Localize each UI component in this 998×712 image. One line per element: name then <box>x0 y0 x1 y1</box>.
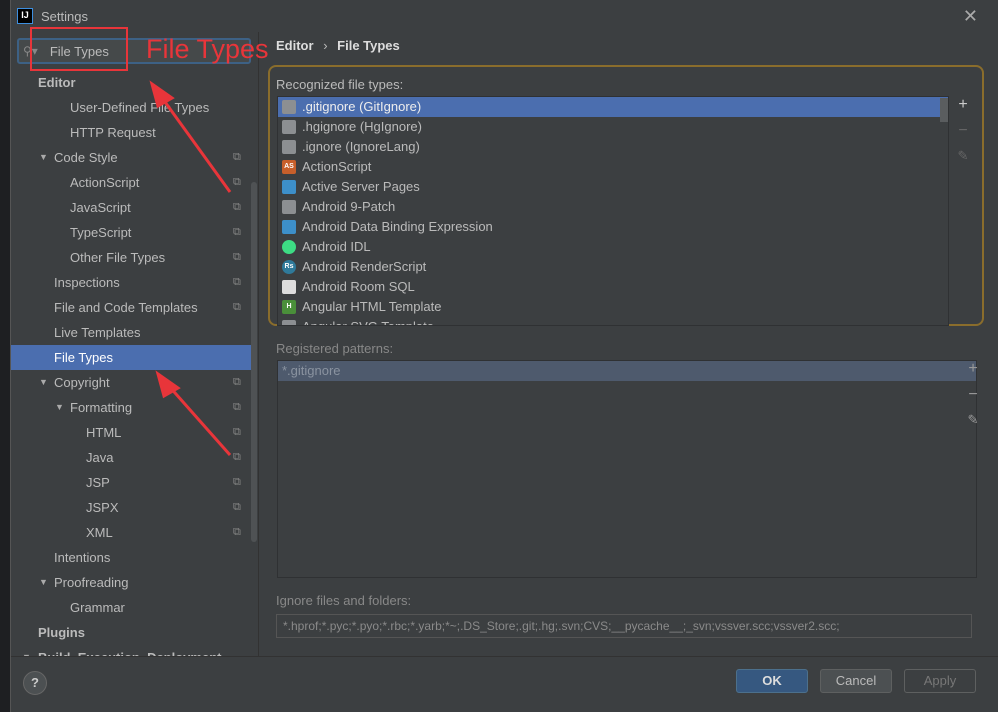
annotation-arrow-1 <box>158 94 232 193</box>
annotation-arrow-head-1 <box>149 80 175 109</box>
annotation-arrows <box>149 80 232 456</box>
annotation-arrow-2 <box>166 384 232 456</box>
